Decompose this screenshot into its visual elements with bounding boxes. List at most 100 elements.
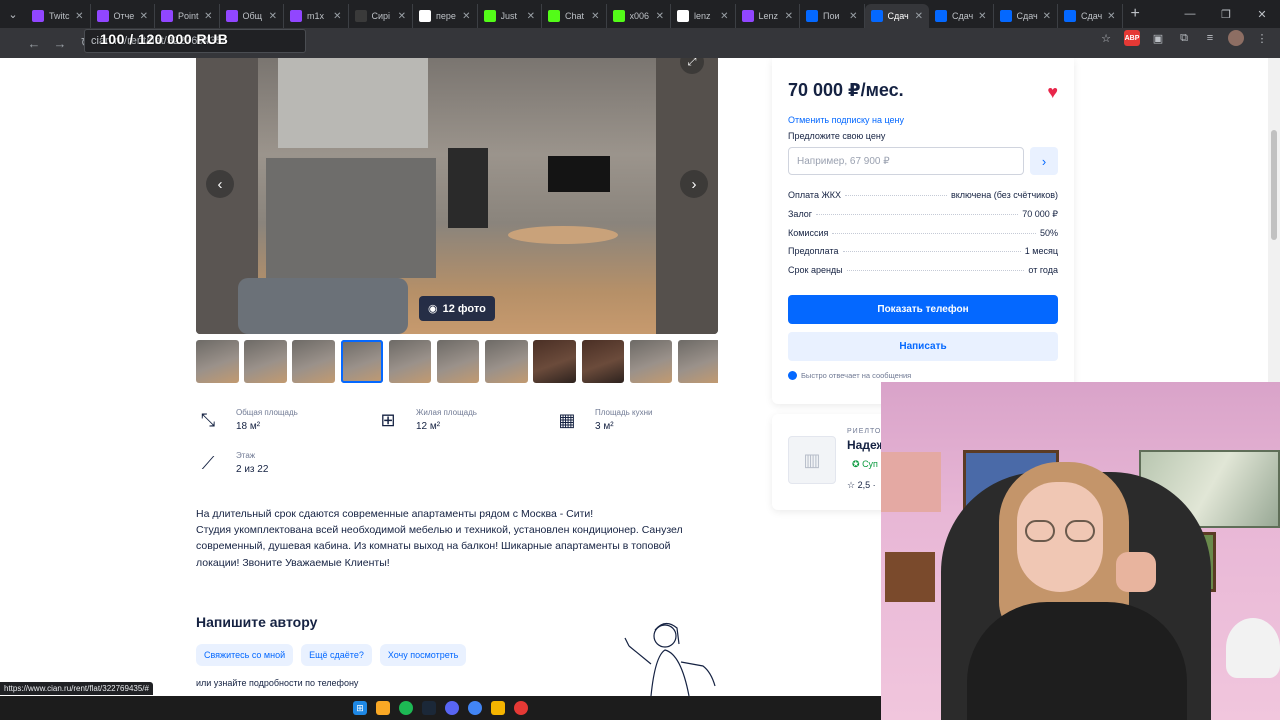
browser-tab[interactable]: Сдач ✕ bbox=[1058, 4, 1123, 28]
browser-tab[interactable]: пере ✕ bbox=[413, 4, 478, 28]
close-window-icon[interactable]: ✕ bbox=[1244, 0, 1280, 28]
show-phone-button[interactable]: Показать телефон bbox=[788, 294, 1058, 324]
extension-icon[interactable]: ▣ bbox=[1150, 30, 1166, 46]
tab-close-icon[interactable]: ✕ bbox=[656, 11, 664, 22]
tabs: Twitc ✕ Отче ✕ Point ✕ Общ ✕ m1x ✕ Сирі ✕ пере ✕ Just ✕… bbox=[26, 0, 1123, 28]
tab-close-icon[interactable]: ✕ bbox=[462, 11, 470, 22]
photo-thumbnail[interactable] bbox=[292, 340, 335, 383]
browser-tab[interactable]: Twitc ✕ bbox=[26, 4, 91, 28]
offer-price-input[interactable] bbox=[788, 147, 1024, 175]
photo-gallery[interactable]: ‹ › ⤢ ◉ 12 фото bbox=[196, 58, 718, 334]
toolbar-icons: ☆ ABP ▣ ⧉ ≡ ⋮ bbox=[1098, 30, 1270, 46]
spotify-icon[interactable] bbox=[399, 701, 413, 715]
browser-tab[interactable]: Пои ✕ bbox=[800, 4, 865, 28]
agent-badge: ✪ Суп bbox=[852, 459, 878, 470]
tab-close-icon[interactable]: ✕ bbox=[398, 11, 406, 22]
steam-icon[interactable] bbox=[422, 701, 436, 715]
photo-thumbnail[interactable] bbox=[677, 340, 718, 383]
puzzle-icon[interactable]: ⧉ bbox=[1176, 30, 1192, 46]
tab-search-icon[interactable]: ⌄ bbox=[0, 0, 26, 28]
browser-tab[interactable]: Отче ✕ bbox=[91, 4, 155, 28]
chrome-icon[interactable] bbox=[468, 701, 482, 715]
next-photo-button[interactable]: › bbox=[680, 170, 708, 198]
browser-tab[interactable]: Сдач ✕ bbox=[994, 4, 1058, 28]
browser-tab[interactable]: x006 ✕ bbox=[607, 4, 671, 28]
tab-close-icon[interactable]: ✕ bbox=[785, 11, 793, 22]
photo-thumbnail[interactable] bbox=[629, 340, 673, 383]
back-icon[interactable]: ← bbox=[22, 31, 46, 55]
chip-still-renting[interactable]: Ещё сдаёте? bbox=[301, 644, 372, 666]
prev-photo-button[interactable]: ‹ bbox=[206, 170, 234, 198]
cian-icon bbox=[870, 10, 883, 22]
favorite-heart-icon[interactable]: ♥ bbox=[1047, 82, 1058, 103]
profile-avatar[interactable] bbox=[1228, 30, 1244, 46]
discord-icon[interactable] bbox=[445, 701, 459, 715]
streamer-hand bbox=[1116, 552, 1156, 592]
twitch-icon bbox=[225, 10, 238, 22]
media-icon[interactable]: ≡ bbox=[1202, 30, 1218, 46]
chip-want-to-view[interactable]: Хочу посмотреть bbox=[379, 644, 467, 666]
quick-message-chips: Свяжитесь со мной Ещё сдаёте? Хочу посмо… bbox=[196, 644, 467, 666]
photo-thumbnail[interactable] bbox=[244, 340, 287, 383]
tab-close-icon[interactable]: ✕ bbox=[591, 11, 599, 22]
tab-close-icon[interactable]: ✕ bbox=[915, 11, 923, 22]
photo-thumbnail[interactable] bbox=[340, 340, 384, 383]
adblock-icon[interactable]: ABP bbox=[1124, 30, 1140, 46]
clock-icon bbox=[788, 370, 797, 380]
minimize-icon[interactable]: — bbox=[1172, 0, 1208, 28]
fact-total-area: ⤡ Общая площадь 18 м² bbox=[196, 408, 298, 432]
photo-thumbnail[interactable] bbox=[533, 340, 576, 383]
photo-thumbnail[interactable] bbox=[581, 340, 624, 383]
fact-value: 3 м² bbox=[595, 421, 614, 432]
browser-tab[interactable]: Just ✕ bbox=[478, 4, 542, 28]
tab-close-icon[interactable]: ✕ bbox=[1107, 11, 1115, 22]
app-icon[interactable] bbox=[491, 701, 505, 715]
agent-name[interactable]: Надеж bbox=[847, 438, 885, 452]
browser-tab[interactable]: Сдач ✕ bbox=[929, 4, 994, 28]
tab-close-icon[interactable]: ✕ bbox=[269, 11, 277, 22]
tab-close-icon[interactable]: ✕ bbox=[849, 11, 857, 22]
tab-close-icon[interactable]: ✕ bbox=[75, 11, 83, 22]
offer-submit-chevron-icon[interactable]: › bbox=[1030, 147, 1058, 175]
chip-contact-me[interactable]: Свяжитесь со мной bbox=[196, 644, 294, 666]
photo-thumbnail[interactable] bbox=[388, 340, 432, 383]
yandex-icon bbox=[354, 10, 367, 22]
tab-title: Chat bbox=[565, 11, 585, 21]
obs-icon[interactable] bbox=[514, 701, 528, 715]
fact-kitchen-area: ▦ Площадь кухни 3 м² bbox=[555, 408, 652, 432]
tv bbox=[548, 156, 610, 192]
more-menu-icon[interactable]: ⋮ bbox=[1254, 30, 1270, 46]
write-button[interactable]: Написать bbox=[788, 331, 1058, 361]
tab-close-icon[interactable]: ✕ bbox=[978, 11, 986, 22]
browser-tab[interactable]: Сдач ✕ bbox=[864, 4, 929, 28]
tab-close-icon[interactable]: ✕ bbox=[1043, 11, 1051, 22]
file-explorer-icon[interactable] bbox=[376, 701, 390, 715]
main-photo[interactable] bbox=[238, 58, 656, 334]
tab-close-icon[interactable]: ✕ bbox=[140, 11, 148, 22]
tab-close-icon[interactable]: ✕ bbox=[527, 11, 535, 22]
scrollbar-thumb[interactable] bbox=[1271, 130, 1277, 240]
start-icon[interactable]: ⊞ bbox=[353, 701, 367, 715]
term-dots bbox=[816, 213, 1019, 215]
tab-close-icon[interactable]: ✕ bbox=[204, 11, 212, 22]
tab-close-icon[interactable]: ✕ bbox=[720, 11, 728, 22]
browser-tab[interactable]: Общ ✕ bbox=[220, 4, 284, 28]
table bbox=[508, 226, 618, 244]
maximize-icon[interactable]: ❐ bbox=[1208, 0, 1244, 28]
photo-count-button[interactable]: ◉ 12 фото bbox=[419, 296, 495, 321]
photo-thumbnail[interactable] bbox=[485, 340, 528, 383]
browser-tab[interactable]: Chat ✕ bbox=[542, 4, 607, 28]
unsubscribe-price-link[interactable]: Отменить подписку на цену bbox=[788, 115, 1058, 125]
browser-tab[interactable]: Сирі ✕ bbox=[349, 4, 413, 28]
browser-tab[interactable]: lenz ✕ bbox=[671, 4, 736, 28]
tab-close-icon[interactable]: ✕ bbox=[333, 11, 341, 22]
photo-thumbnail[interactable] bbox=[436, 340, 480, 383]
forward-icon[interactable]: → bbox=[48, 31, 72, 55]
browser-tab[interactable]: Lenz ✕ bbox=[736, 4, 800, 28]
browser-tab[interactable]: m1x ✕ bbox=[284, 4, 349, 28]
new-tab-button[interactable]: + bbox=[1131, 5, 1140, 23]
browser-tab[interactable]: Point ✕ bbox=[155, 4, 220, 28]
bookmark-star-icon[interactable]: ☆ bbox=[1098, 30, 1114, 46]
price: 70 000 ₽/мес. bbox=[788, 80, 904, 100]
photo-thumbnail[interactable] bbox=[196, 340, 239, 383]
